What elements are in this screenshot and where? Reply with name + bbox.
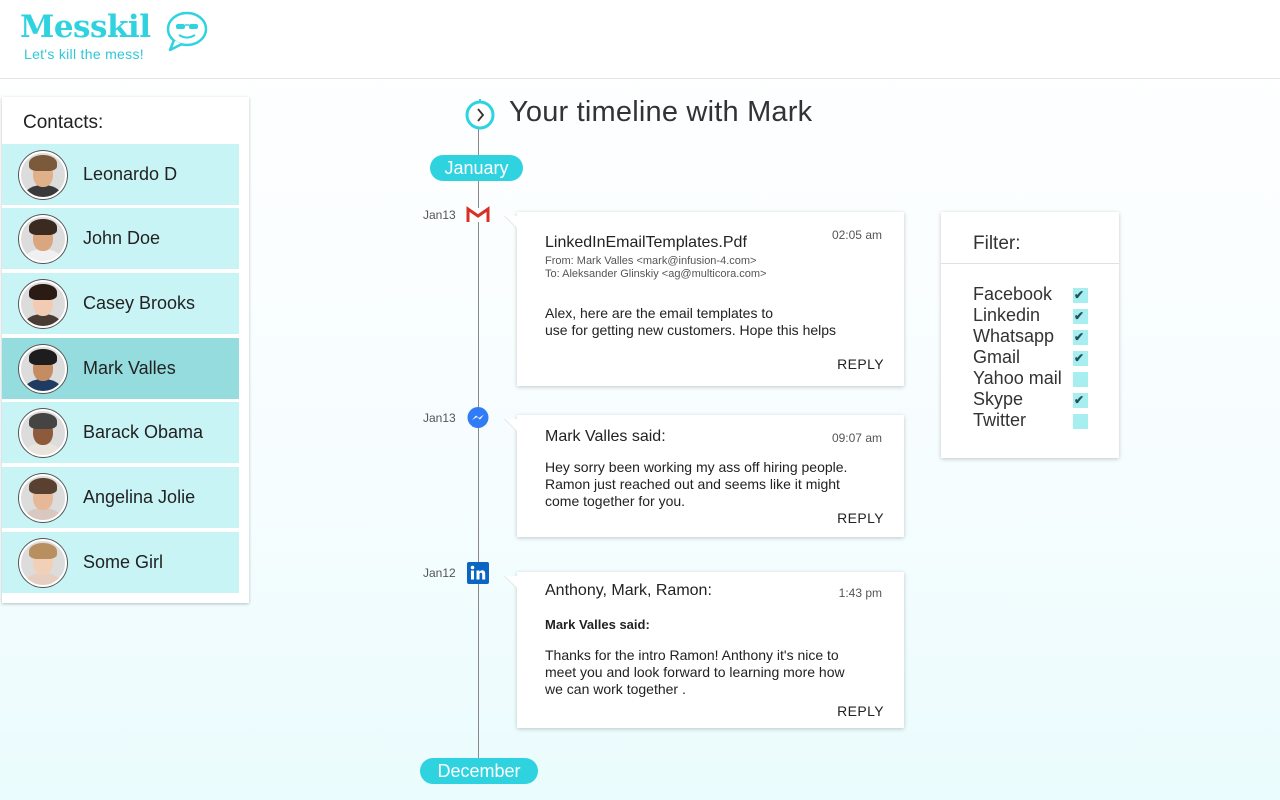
message-subtitle: Mark Valles said: xyxy=(545,617,650,632)
message-card: Anthony, Mark, Ramon: 1:43 pm Mark Valles … xyxy=(517,572,904,728)
linkedin-icon[interactable] xyxy=(466,561,490,585)
filter-checkbox[interactable]: ✔ xyxy=(1073,309,1088,324)
checkmark-icon: ✔ xyxy=(1074,393,1085,407)
contact-name: John Doe xyxy=(83,228,161,248)
filter-option-label: Yahoo mail xyxy=(973,368,1062,388)
message-time: 02:05 am xyxy=(831,228,882,242)
message-date: Jan12 xyxy=(423,566,456,580)
logo-chat-icon xyxy=(166,11,208,52)
contact-item[interactable]: Leonardo D xyxy=(2,144,239,205)
filter-option[interactable]: Yahoo mail xyxy=(973,368,1093,389)
contacts-panel: Contacts: Leonardo D John Doe Casey Brooks… xyxy=(2,97,249,603)
message-title: Anthony, Mark, Ramon: xyxy=(545,582,712,599)
filter-divider xyxy=(941,263,1119,264)
message-card: Mark Valles said: 09:07 am Hey sorry been … xyxy=(517,415,904,537)
filter-option-label: Gmail xyxy=(973,347,1021,367)
message-date: Jan13 xyxy=(423,208,456,222)
logo-tagline: Let's kill the mess! xyxy=(24,46,144,62)
filter-checkbox[interactable]: ✔ xyxy=(1073,330,1088,345)
message-title: LinkedInEmailTemplates.Pdf xyxy=(545,234,747,251)
filter-checkbox[interactable]: ✔ xyxy=(1073,288,1088,303)
filter-title: Filter: xyxy=(973,233,1021,254)
filter-option[interactable]: Gmail ✔ xyxy=(973,347,1093,368)
contact-avatar xyxy=(19,408,67,457)
contact-name: Angelina Jolie xyxy=(83,487,196,507)
contact-item[interactable]: Some Girl xyxy=(2,532,239,593)
contact-name: Mark Valles xyxy=(83,358,176,378)
message-title: Mark Valles said: xyxy=(545,428,666,445)
filter-option-label: Twitter xyxy=(973,410,1027,430)
messenger-icon[interactable] xyxy=(466,406,490,430)
contact-avatar xyxy=(19,214,67,263)
gmail-icon[interactable] xyxy=(466,203,490,227)
message-body: Alex, here are the email templates to us… xyxy=(545,305,837,338)
filter-checkbox[interactable]: ✔ xyxy=(1073,393,1088,408)
checkmark-icon: ✔ xyxy=(1074,288,1085,302)
filter-option-label: Linkedin xyxy=(973,305,1041,325)
message-card: LinkedInEmailTemplates.Pdf 02:05 am From: … xyxy=(517,212,904,386)
filter-checkbox[interactable] xyxy=(1073,372,1088,387)
contact-name: Barack Obama xyxy=(83,422,204,442)
message-body: Hey sorry been working my ass off hiring… xyxy=(545,459,848,509)
contact-avatar xyxy=(19,473,67,522)
filter-checkbox[interactable]: ✔ xyxy=(1073,351,1088,366)
contact-avatar xyxy=(19,279,67,328)
message-to: To: Aleksander Glinskiy <ag@multicora.co… xyxy=(545,268,767,280)
contact-item[interactable]: Mark Valles xyxy=(2,338,239,399)
checkmark-icon: ✔ xyxy=(1074,351,1085,365)
message-time: 09:07 am xyxy=(831,431,882,445)
contact-item[interactable]: Casey Brooks xyxy=(2,273,239,334)
contact-item[interactable]: Barack Obama xyxy=(2,402,239,463)
message-from: From: Mark Valles <mark@infusion-4.com> xyxy=(545,255,757,267)
filter-option[interactable]: Facebook ✔ xyxy=(973,284,1093,305)
filter-option[interactable]: Linkedin ✔ xyxy=(973,305,1093,326)
month-pill-start[interactable]: January xyxy=(430,155,523,181)
filter-option-label: Skype xyxy=(973,389,1024,409)
message-date: Jan13 xyxy=(423,411,456,425)
contact-avatar xyxy=(19,150,67,199)
reply-button[interactable]: REPLY xyxy=(837,703,884,719)
checkmark-icon: ✔ xyxy=(1074,309,1085,323)
contact-name: Leonardo D xyxy=(83,164,178,184)
checkmark-icon: ✔ xyxy=(1074,330,1085,344)
month-pill-end[interactable]: December xyxy=(420,758,538,784)
app-header: Messkil Let's kill the mess! xyxy=(0,0,1280,79)
filter-option-label: Facebook xyxy=(973,284,1053,304)
filter-option[interactable]: Twitter xyxy=(973,410,1093,431)
message-time: 1:43 pm xyxy=(838,586,882,600)
reply-button[interactable]: REPLY xyxy=(837,510,884,526)
filter-option-label: Whatsapp xyxy=(973,326,1055,346)
filter-option[interactable]: Whatsapp ✔ xyxy=(973,326,1093,347)
timeline-title: Your timeline with Mark xyxy=(509,96,813,128)
filter-option[interactable]: Skype ✔ xyxy=(973,389,1093,410)
filter-panel: Filter: Facebook ✔ Linkedin ✔ Whatsapp ✔ Gmail… xyxy=(941,212,1119,458)
contact-avatar xyxy=(19,344,67,393)
filter-checkbox[interactable] xyxy=(1073,414,1088,429)
timeline-clock-icon[interactable] xyxy=(464,99,496,131)
message-body: Thanks for the intro Ramon! Anthony it's… xyxy=(545,647,845,697)
logo-name[interactable]: Messkil xyxy=(20,9,151,45)
contacts-title: Contacts: xyxy=(23,112,104,133)
contact-avatar xyxy=(19,538,67,587)
contact-name: Casey Brooks xyxy=(83,293,196,313)
reply-button[interactable]: REPLY xyxy=(837,356,884,372)
contact-name: Some Girl xyxy=(83,552,164,572)
contact-item[interactable]: Angelina Jolie xyxy=(2,467,239,528)
contact-item[interactable]: John Doe xyxy=(2,208,239,269)
